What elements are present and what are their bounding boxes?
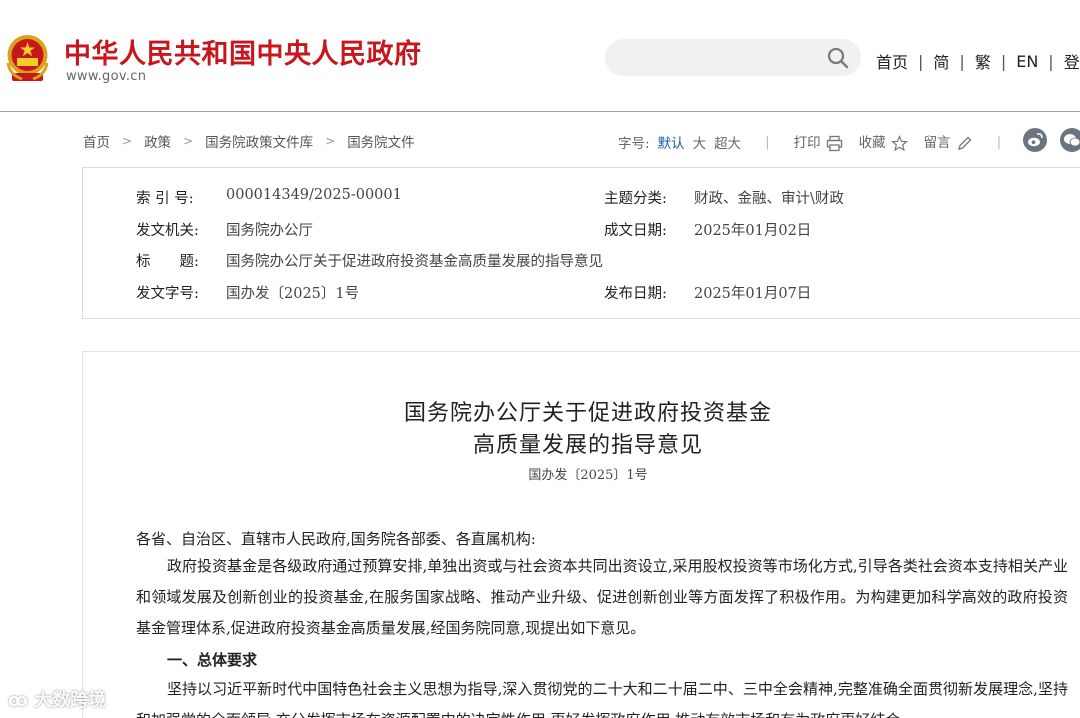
published-date-label: 发布日期:	[604, 286, 667, 302]
index-number-row: 索 引 号: 000014349/2025-00001	[136, 187, 402, 208]
article-paragraph: 坚持以习近平新时代中国特色社会主义思想为指导,深入贯彻党的二十大和二十届二中、三…	[136, 680, 1068, 718]
font-size-label: 字号:	[618, 135, 650, 152]
doc-number-row: 发文字号: 国办发〔2025〕1号	[136, 282, 359, 303]
index-number-value: 000014349/2025-00001	[226, 187, 402, 203]
title-row: 标 题: 国务院办公厅关于促进政府投资基金高质量发展的指导意见	[136, 250, 603, 271]
breadcrumb-item-state-council-docs[interactable]: 国务院文件	[347, 131, 415, 151]
article-salutation: 各省、自治区、直辖市人民政府,国务院各部委、各直属机构:	[136, 530, 536, 548]
index-number-label: 索 引 号:	[136, 191, 194, 207]
top-nav-links: 首页 | 简 | 繁 | EN | 登录	[876, 49, 1080, 73]
weibo-share-icon[interactable]	[1023, 128, 1047, 152]
title-value: 国务院办公厅关于促进政府投资基金高质量发展的指导意见	[226, 254, 603, 270]
article-doc-number: 国办发〔2025〕1号	[528, 468, 648, 483]
divider: |	[1000, 51, 1007, 71]
divider: |	[918, 51, 924, 71]
print-button[interactable]: 打印	[794, 131, 843, 152]
title-label: 标 题:	[136, 254, 199, 270]
search-input[interactable]	[605, 39, 861, 76]
issuer-label: 发文机关:	[136, 223, 199, 239]
comment-label: 留言	[923, 135, 951, 151]
article-body: 国务院办公厅关于促进政府投资基金 高质量发展的指导意见 国办发〔2025〕1号 …	[82, 351, 1080, 718]
nav-english-link[interactable]: EN	[1016, 52, 1038, 71]
doc-number-label: 发文字号:	[136, 286, 199, 302]
print-label: 打印	[793, 135, 821, 151]
site-title[interactable]: 中华人民共和国中央人民政府	[64, 32, 422, 71]
wechat-share-icon[interactable]	[1060, 128, 1080, 152]
doc-number-value: 国办发〔2025〕1号	[226, 286, 360, 302]
article-toolbar: 字号: 默认 大 超大 | 打印 收藏 留言 |	[618, 131, 1025, 152]
site-header: 中华人民共和国中央人民政府 www.gov.cn 首页 | 简 | 繁 | EN…	[0, 0, 1080, 112]
topic-value: 财政、金融、审计\财政	[694, 191, 844, 207]
search-icon[interactable]	[827, 47, 849, 69]
favorite-label: 收藏	[858, 135, 886, 151]
star-icon	[890, 135, 908, 152]
pencil-icon	[957, 136, 972, 150]
written-date-value: 2025年01月02日	[694, 223, 812, 239]
printer-icon	[826, 135, 842, 152]
breadcrumb-item-policy[interactable]: 政策	[144, 131, 171, 151]
nav-simplified-link[interactable]: 简	[933, 49, 949, 73]
chevron-right-icon: >	[183, 134, 194, 148]
watermark-text: 大数跨境	[34, 690, 107, 711]
breadcrumb: 首页 > 政策 > 国务院政策文件库 > 国务院文件	[83, 131, 415, 151]
divider: |	[996, 133, 1002, 150]
font-size-xlarge[interactable]: 超大	[714, 132, 741, 152]
site-url: www.gov.cn	[66, 69, 147, 84]
font-size-large[interactable]: 大	[693, 132, 707, 152]
breadcrumb-item-library[interactable]: 国务院政策文件库	[205, 131, 313, 151]
watermark: ꝏ 大数跨境	[8, 686, 106, 712]
written-date-row: 成文日期: 2025年01月02日	[604, 219, 811, 240]
favorite-button[interactable]: 收藏	[859, 131, 908, 152]
divider: |	[959, 51, 965, 71]
national-emblem-icon[interactable]	[4, 33, 51, 83]
comment-button[interactable]: 留言	[924, 131, 973, 152]
section-heading: 一、总体要求	[167, 651, 258, 669]
divider: |	[1048, 51, 1054, 71]
document-metadata: 索 引 号: 000014349/2025-00001 主题分类: 财政、金融、…	[82, 167, 1080, 319]
issuer-row: 发文机关: 国务院办公厅	[136, 219, 313, 240]
breadcrumb-item-home[interactable]: 首页	[83, 131, 110, 151]
written-date-label: 成文日期:	[604, 223, 667, 239]
nav-login-link[interactable]: 登录	[1064, 49, 1080, 73]
topic-label: 主题分类:	[604, 191, 667, 207]
article-paragraph: 政府投资基金是各级政府通过预算安排,单独出资或与社会资本共同出资设立,采用股权投…	[136, 557, 1068, 637]
font-size-default[interactable]: 默认	[658, 132, 685, 152]
issuer-value: 国务院办公厅	[226, 223, 313, 239]
nav-traditional-link[interactable]: 繁	[975, 49, 991, 73]
divider: |	[765, 133, 770, 150]
published-date-value: 2025年01月07日	[694, 286, 812, 302]
watermark-logo-icon: ꝏ	[8, 690, 35, 711]
nav-home-link[interactable]: 首页	[876, 49, 908, 73]
chevron-right-icon: >	[122, 134, 133, 148]
chevron-right-icon: >	[325, 134, 336, 148]
published-date-row: 发布日期: 2025年01月07日	[604, 282, 811, 303]
article-title-line2: 高质量发展的指导意见	[472, 433, 703, 458]
topic-row: 主题分类: 财政、金融、审计\财政	[604, 187, 844, 208]
article-title-line1: 国务院办公厅关于促进政府投资基金	[403, 401, 772, 426]
